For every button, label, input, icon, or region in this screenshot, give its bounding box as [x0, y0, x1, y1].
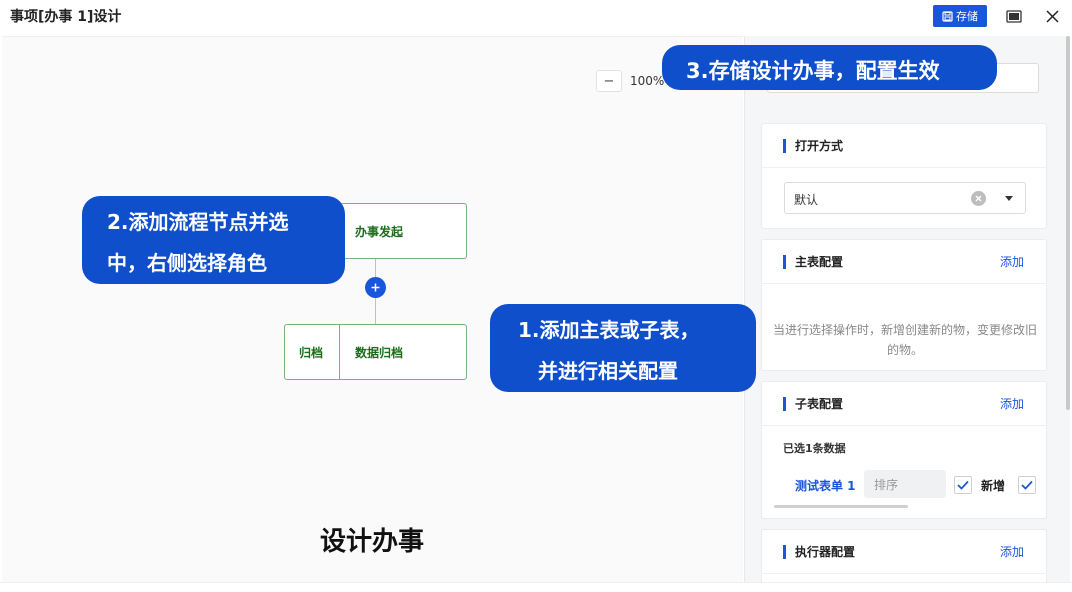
node-divider	[339, 325, 340, 379]
window-bottom-edge	[0, 582, 1072, 592]
open-mode-card: 打开方式 默认	[761, 123, 1047, 229]
main-table-card: 主表配置 添加 当进行选择操作时，新增创建新的物，变更修改旧 的物。	[761, 239, 1047, 371]
sub-table-header: 子表配置 添加	[762, 382, 1046, 426]
callout-step-2: 2.添加流程节点并选 中，右侧选择角色	[82, 196, 345, 284]
open-mode-select[interactable]: 默认	[784, 182, 1026, 214]
second-checkbox[interactable]	[1018, 476, 1036, 494]
minus-icon: −	[603, 73, 615, 89]
sub-table-row: 测试表单 1 排序 新增	[762, 470, 1048, 500]
plus-icon	[371, 283, 380, 292]
open-mode-title: 打开方式	[795, 139, 844, 153]
window-title: 事项[办事 1]设计	[10, 9, 122, 25]
zoom-out-button[interactable]: −	[596, 70, 622, 92]
chevron-down-icon[interactable]	[1005, 196, 1013, 201]
main-table-add-button[interactable]: 添加	[1000, 253, 1024, 270]
main-table-hint-line2: 的物。	[886, 343, 923, 357]
main-table-hint: 当进行选择操作时，新增创建新的物，变更修改旧 的物。	[762, 320, 1048, 360]
executor-add-button[interactable]: 添加	[1000, 543, 1024, 560]
section-accent	[783, 139, 786, 153]
config-panel: 打开方式 默认 主表配置 添加 当进行选择操作时，新增创建新的物，变更修改旧 的…	[744, 36, 1070, 582]
flow-node-start-label: 办事发起	[355, 225, 404, 239]
callout-step-1-line1: 1.添加主表或子表，	[518, 318, 700, 342]
sort-input[interactable]: 排序	[864, 470, 946, 498]
main-table-header: 主表配置 添加	[762, 240, 1046, 284]
sub-table-title: 子表配置	[795, 397, 844, 411]
section-accent	[783, 397, 786, 411]
flow-node-archive-label: 数据归档	[355, 346, 404, 360]
horizontal-scrollbar[interactable]	[774, 505, 908, 508]
sub-table-selected-count: 已选1条数据	[783, 442, 846, 455]
executor-title: 执行器配置	[795, 545, 856, 559]
callout-step-3-text: 3.存储设计办事，配置生效	[686, 59, 940, 83]
open-mode-header: 打开方式	[762, 124, 1046, 168]
executor-card: 执行器配置 添加	[761, 529, 1047, 582]
clear-icon[interactable]	[971, 191, 986, 206]
main-table-title: 主表配置	[795, 255, 844, 269]
main-table-hint-line1: 当进行选择操作时，新增创建新的物，变更修改旧	[772, 323, 1037, 337]
check-icon	[957, 480, 969, 490]
sub-table-add-button[interactable]: 添加	[1000, 395, 1024, 412]
fullscreen-icon[interactable]	[1003, 7, 1025, 25]
flow-node-archive-tag: 归档	[299, 346, 324, 360]
connector-line-bottom	[375, 298, 376, 324]
add-checkbox-label: 新增	[981, 479, 1006, 493]
check-icon	[1021, 480, 1033, 490]
sub-table-name[interactable]: 测试表单 1	[795, 477, 856, 494]
connector-line-top	[375, 259, 376, 277]
canvas-caption: 设计办事	[320, 527, 425, 557]
callout-step-3: 3.存储设计办事，配置生效	[662, 45, 997, 90]
executor-header: 执行器配置 添加	[762, 530, 1046, 574]
callout-step-2-line2: 中，右侧选择角色	[107, 251, 267, 275]
callout-step-2-line1: 2.添加流程节点并选	[107, 210, 289, 234]
open-mode-value: 默认	[794, 193, 819, 207]
zoom-value: 100%	[630, 74, 665, 88]
callout-step-1-line2: 并进行相关配置	[538, 359, 678, 383]
add-checkbox[interactable]	[954, 476, 972, 494]
save-button[interactable]: 存储	[933, 5, 987, 27]
zoom-control: − 100%	[596, 70, 664, 92]
title-bar: 事项[办事 1]设计 存储	[0, 0, 1072, 34]
designer-window: 事项[办事 1]设计 存储 − 100% 办事发起 归档 数据归档 设计办事 打…	[0, 0, 1072, 592]
callout-step-1: 1.添加主表或子表， 并进行相关配置	[490, 304, 756, 392]
sub-table-card: 子表配置 添加 已选1条数据 测试表单 1 排序 新增	[761, 381, 1047, 519]
vertical-scrollbar[interactable]	[1066, 36, 1070, 410]
add-node-button[interactable]	[365, 277, 386, 298]
close-icon[interactable]	[1041, 5, 1063, 27]
save-icon	[942, 10, 953, 22]
section-accent	[783, 545, 786, 559]
save-label: 存储	[956, 10, 978, 23]
section-accent	[783, 255, 786, 269]
